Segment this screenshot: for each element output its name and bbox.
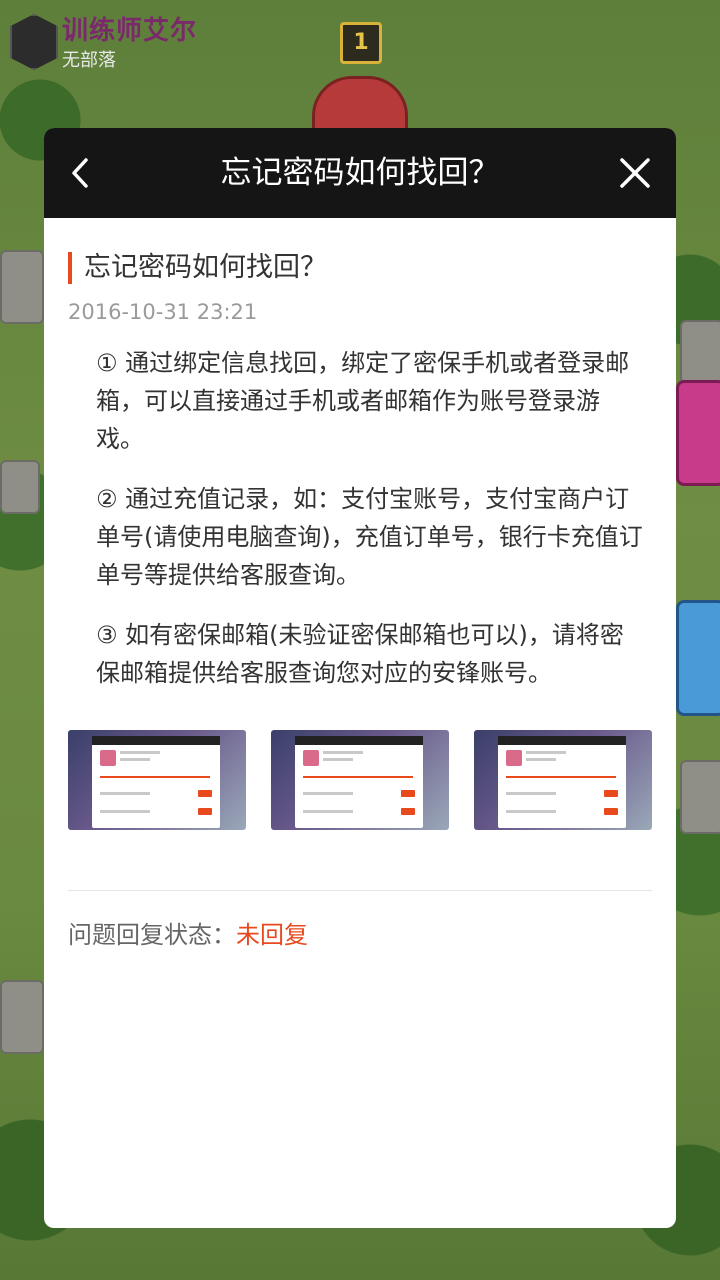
trainer-clan: 无部落: [62, 50, 116, 71]
screenshot-thumbnail[interactable]: [271, 730, 449, 830]
back-button[interactable]: [58, 150, 104, 196]
trainer-name: 训练师艾尔: [62, 16, 198, 46]
article-content: 忘记密码如何找回？ 2016-10-31 23:21 ① 通过绑定信息找回，绑定…: [68, 218, 652, 950]
reply-status-value: 未回复: [236, 921, 308, 949]
dialog-title: 忘记密码如何找回？: [220, 155, 500, 191]
thumbnail-preview: [92, 736, 220, 828]
stone-decoration: [680, 760, 720, 834]
article-date: 2016-10-31 23:21: [68, 300, 258, 324]
article-title: 忘记密码如何找回？: [68, 252, 652, 284]
stone-decoration: [680, 320, 720, 384]
article-paragraph: ① 通过绑定信息找回，绑定了密保手机或者登录邮箱，可以直接通过手机或者邮箱作为账…: [96, 349, 630, 453]
trainer-badge-icon: [10, 14, 58, 70]
close-button[interactable]: [612, 150, 658, 196]
article-paragraph: ③ 如有密保邮箱(未验证密保邮箱也可以)，请将密保邮箱提供给客服查询您对应的安锋…: [96, 621, 624, 687]
stone-decoration: [0, 250, 44, 324]
screenshot-thumbnail[interactable]: [474, 730, 652, 830]
article-paragraph: ② 通过充值记录，如：支付宝账号，支付宝商户订单号(请使用电脑查询)，充值订单号…: [96, 485, 643, 589]
chevron-left-icon: [72, 158, 88, 188]
thumbnail-preview: [295, 736, 423, 828]
stone-decoration: [0, 460, 40, 514]
thumbnail-preview: [498, 736, 626, 828]
close-icon: [620, 158, 650, 188]
divider: [68, 890, 652, 891]
enemy-tower: [676, 600, 720, 716]
screenshot-gallery: [68, 730, 652, 830]
reply-status: 问题回复状态：未回复: [68, 915, 652, 950]
screenshot-thumbnail[interactable]: [68, 730, 246, 830]
dialog-header: 忘记密码如何找回？: [44, 128, 676, 218]
enemy-tower: [676, 380, 720, 486]
help-dialog: 忘记密码如何找回？ 忘记密码如何找回？ 2016-10-31 23:21 ① 通…: [44, 128, 676, 1228]
crown-icon: 1: [340, 22, 382, 64]
stone-decoration: [0, 980, 44, 1054]
reply-status-label: 问题回复状态：: [68, 921, 236, 949]
